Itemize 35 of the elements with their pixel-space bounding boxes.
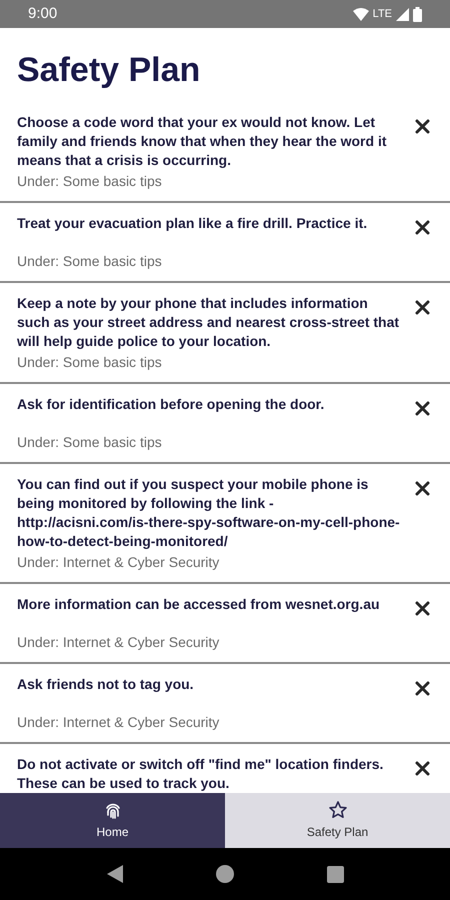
tip-category: Under: Some basic tips bbox=[17, 172, 163, 191]
tip-category: Under: Some basic tips bbox=[17, 433, 163, 452]
nav-tab[interactable]: Home bbox=[0, 793, 225, 848]
close-icon[interactable] bbox=[415, 119, 430, 134]
star-icon bbox=[328, 800, 348, 820]
wifi-icon bbox=[352, 8, 369, 20]
tip-category: Under: Internet & Cyber Security bbox=[17, 633, 220, 652]
tip-text: You can find out if you suspect your mobile phone is being monitored by following the link - http://acisni.com/is-there-spy-software-on-my-cell-phone-how-to-detect-being-monitored/ bbox=[17, 475, 401, 551]
tip-text: Ask for identification before opening the door. bbox=[17, 395, 326, 414]
network-label: LTE bbox=[372, 6, 392, 22]
tip-category: Under: Some basic tips bbox=[17, 353, 163, 372]
tip-text: Ask friends not to tag you. bbox=[17, 675, 195, 694]
recents-icon[interactable] bbox=[326, 866, 344, 882]
tip-category: Under: Some basic tips bbox=[17, 252, 163, 271]
close-icon[interactable] bbox=[415, 300, 430, 315]
tip-text: Do not activate or switch off "find me" location finders. These can be used to track you. bbox=[17, 755, 384, 793]
close-icon[interactable] bbox=[415, 481, 430, 496]
close-icon[interactable] bbox=[415, 761, 430, 776]
status-time: 9:00 bbox=[28, 4, 58, 24]
back-icon[interactable] bbox=[106, 865, 122, 883]
tip-category: Under: Internet & Cyber Security bbox=[17, 713, 220, 732]
tip-text: Keep a note by your phone that includes information such as your street address and nearest cross-street that will help guide police to your location. bbox=[17, 294, 400, 351]
battery-icon bbox=[413, 6, 422, 22]
page-title: Safety Plan bbox=[17, 50, 202, 91]
tip-text: More information can be accessed from wesnet.org.au bbox=[17, 595, 381, 614]
close-icon[interactable] bbox=[415, 220, 430, 235]
nav-tab[interactable]: Safety Plan bbox=[225, 793, 450, 848]
tip-text: Treat your evacuation plan like a fire drill. Practice it. bbox=[17, 214, 368, 233]
close-icon[interactable] bbox=[415, 681, 430, 696]
close-icon[interactable] bbox=[415, 601, 430, 616]
signal-icon bbox=[396, 8, 409, 20]
home-icon[interactable] bbox=[216, 865, 234, 883]
tip-category: Under: Internet & Cyber Security bbox=[17, 553, 220, 572]
tip-text: Choose a code word that your ex would not know. Let family and friends know that when they hear the word it means that a crisis is occurring. bbox=[17, 113, 388, 170]
close-icon[interactable] bbox=[415, 401, 430, 416]
